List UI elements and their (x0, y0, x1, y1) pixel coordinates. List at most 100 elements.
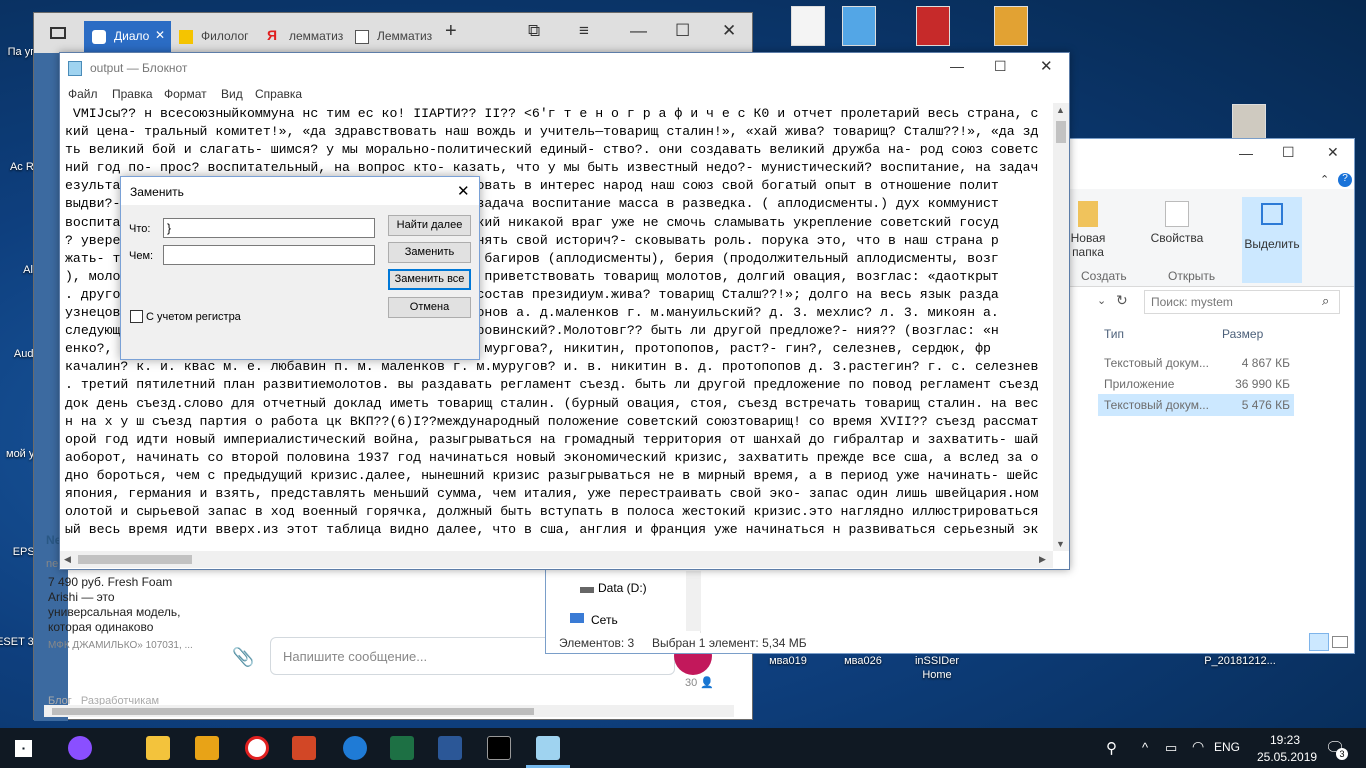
language-indicator[interactable]: ENG (1214, 740, 1240, 754)
menu-icon[interactable]: ≡ (579, 21, 589, 41)
status-item-count: Элементов: 3 (559, 636, 635, 650)
new-folder-label: Новая папка (1070, 231, 1106, 259)
browser-minimize-button[interactable]: — (630, 21, 647, 41)
desktop-icon-mva019[interactable]: мва019 (752, 654, 824, 668)
desktop-icon-label: мва026 (844, 655, 882, 667)
cancel-button[interactable]: Отмена (388, 297, 471, 318)
sidebar-toggle-icon[interactable] (50, 27, 66, 39)
menu-edit[interactable]: Правка (112, 87, 153, 101)
file-explorer-icon[interactable] (146, 736, 170, 760)
cmd-icon[interactable] (487, 736, 511, 760)
desktop-icon-mva026[interactable]: мва026 (827, 654, 899, 668)
tab-close-icon[interactable]: ✕ (155, 28, 165, 42)
chat-icon (92, 30, 106, 44)
notepad-icon (68, 61, 82, 76)
text-line: япония, германия и взять, представлять м… (65, 485, 1039, 501)
large-icons-view-icon[interactable] (1332, 636, 1348, 648)
people-icon[interactable]: ⚲ (1106, 739, 1117, 757)
nav-item-data-d[interactable]: Data (D:) (598, 581, 647, 595)
explorer-close-button[interactable]: ✕ (1327, 144, 1339, 161)
yandex-browser-icon[interactable] (245, 736, 269, 760)
replace-all-button[interactable]: Заменить все (388, 269, 471, 290)
menu-file[interactable]: Файл (68, 87, 98, 101)
match-case-checkbox[interactable] (130, 310, 143, 323)
file-type: Текстовый докум... (1104, 398, 1209, 412)
ribbon-collapse-icon[interactable]: ⌃ (1320, 173, 1329, 186)
clock-time[interactable]: 19:23 (1270, 733, 1300, 747)
notepad-close-button[interactable]: ✕ (1040, 57, 1053, 75)
replace-input[interactable] (163, 245, 375, 265)
details-view-icon[interactable] (1309, 633, 1329, 651)
excel-icon[interactable] (390, 736, 414, 760)
search-input[interactable]: Поиск: mystem (1144, 290, 1340, 314)
menu-view[interactable]: Вид (221, 87, 243, 101)
column-header-size[interactable]: Размер (1222, 327, 1263, 341)
file-row[interactable]: Текстовый докум... 4 867 КБ (1098, 352, 1294, 374)
nav-scrollbar[interactable] (686, 571, 701, 631)
desktop-icon-doc-2[interactable] (823, 6, 895, 49)
tab-dialog[interactable]: Диало ✕ (84, 21, 171, 53)
explorer-minimize-button[interactable]: — (1239, 145, 1253, 161)
dialog-close-button[interactable]: ✕ (457, 182, 470, 200)
column-header-type[interactable]: Тип (1104, 327, 1124, 341)
word-icon[interactable] (438, 736, 462, 760)
notepad-titlebar: output — Блокнот — ☐ ✕ (60, 53, 1069, 83)
vertical-scrollbar[interactable]: ▲ ▼ (1053, 103, 1069, 551)
explorer-maximize-button[interactable]: ☐ (1282, 144, 1295, 161)
scroll-thumb[interactable] (78, 555, 192, 564)
scroll-left-icon[interactable]: ◀ (64, 554, 71, 565)
clock-date[interactable]: 25.05.2019 (1257, 750, 1317, 764)
scroll-right-icon[interactable]: ▶ (1039, 554, 1046, 565)
find-input[interactable]: } (163, 218, 375, 238)
dialog-title: Заменить (130, 185, 184, 199)
browser-maximize-button[interactable]: ☐ (675, 21, 690, 41)
attach-icon[interactable]: 📎 (232, 647, 254, 668)
desktop-icon-photo-file[interactable]: P_20181212... (1200, 654, 1280, 668)
scroll-up-icon[interactable]: ▲ (1056, 105, 1065, 115)
ad-text[interactable]: 7 490 руб. Fresh Foam Arishi — это униве… (48, 575, 198, 635)
tab-filolog[interactable]: Филолог (171, 21, 257, 53)
browser-close-button[interactable]: ✕ (722, 21, 736, 41)
refresh-icon[interactable]: ↻ (1116, 292, 1128, 309)
new-folder-button[interactable]: Новая папка (1068, 201, 1108, 259)
folder-icon (1078, 201, 1098, 227)
dropdown-icon[interactable]: ⌄ (1097, 294, 1106, 307)
select-button[interactable]: Выделить (1242, 197, 1302, 283)
powerpoint-icon[interactable] (292, 736, 316, 760)
scroll-thumb[interactable] (1056, 121, 1066, 143)
browser-hscrollbar[interactable] (44, 705, 734, 717)
tab-lemmatize-1[interactable]: Я лемматиз (259, 21, 345, 53)
device-icon[interactable]: ▭ (1165, 740, 1177, 756)
notepad-maximize-button[interactable]: ☐ (994, 58, 1007, 75)
menu-help[interactable]: Справка (255, 87, 302, 101)
scroll-down-icon[interactable]: ▼ (1056, 539, 1065, 549)
help-icon[interactable]: ? (1338, 173, 1352, 187)
skype-icon[interactable] (195, 736, 219, 760)
horizontal-scrollbar[interactable]: ◀ ▶ (60, 551, 1053, 568)
tab-lemmatize-2[interactable]: Лемматиз (347, 21, 433, 53)
edge-icon[interactable] (343, 736, 367, 760)
replace-button[interactable]: Заменить (388, 242, 471, 263)
desktop-icon-inssider[interactable]: inSSIDer Home (901, 654, 973, 682)
wifi-icon[interactable]: ◠ (1192, 738, 1204, 755)
menu-format[interactable]: Формат (164, 87, 207, 101)
properties-button[interactable]: Свойства (1149, 201, 1205, 245)
tray-expand-icon[interactable]: ^ (1142, 740, 1148, 755)
assistant-icon[interactable] (68, 736, 92, 760)
file-row[interactable]: Приложение 36 990 КБ (1098, 373, 1294, 395)
tab-manager-icon[interactable]: ⧉ (528, 21, 540, 41)
notepad-minimize-button[interactable]: — (950, 58, 964, 74)
text-line: дно бороться, чем с предыдущий кризис.да… (65, 467, 1039, 483)
match-case-label[interactable]: С учетом регистра (146, 311, 241, 323)
desktop-icon-archive[interactable] (975, 6, 1047, 49)
nav-item-network[interactable]: Сеть (591, 613, 618, 627)
file-size: 4 867 КБ (1241, 356, 1290, 370)
scroll-thumb[interactable] (52, 708, 534, 715)
desktop-icon-doc-3[interactable] (897, 6, 969, 49)
notepad-taskbar-icon[interactable] (536, 736, 560, 760)
file-row-selected[interactable]: Текстовый докум... 5 476 КБ (1098, 394, 1294, 416)
start-icon[interactable] (15, 740, 32, 757)
desktop-icon-label: P_20181212... (1204, 655, 1276, 667)
new-tab-button[interactable]: + (445, 20, 457, 43)
find-next-button[interactable]: Найти далее (388, 215, 471, 236)
